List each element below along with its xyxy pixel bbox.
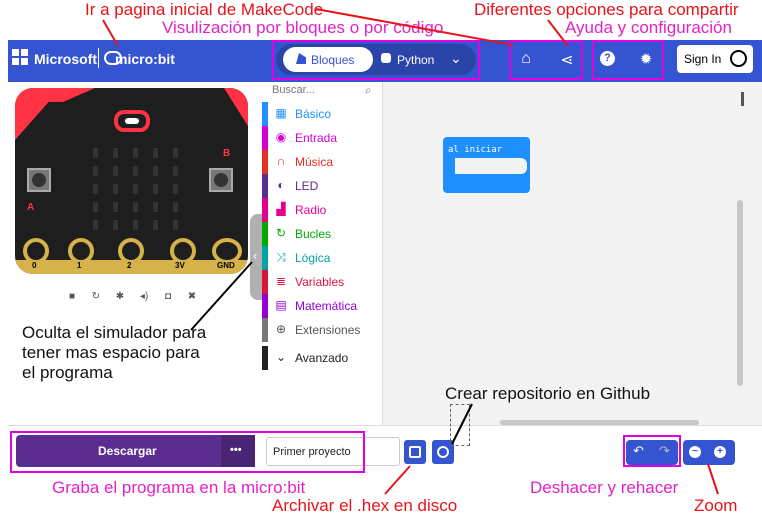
arrow-zoom <box>707 463 719 495</box>
arrow-share <box>547 19 569 47</box>
arrow-logo <box>102 19 119 47</box>
arrow-home <box>315 8 514 46</box>
annotation-arrows <box>102 8 719 495</box>
arrow-save <box>384 465 411 495</box>
arrow-github <box>451 403 473 445</box>
arrow-simulator <box>190 261 253 331</box>
